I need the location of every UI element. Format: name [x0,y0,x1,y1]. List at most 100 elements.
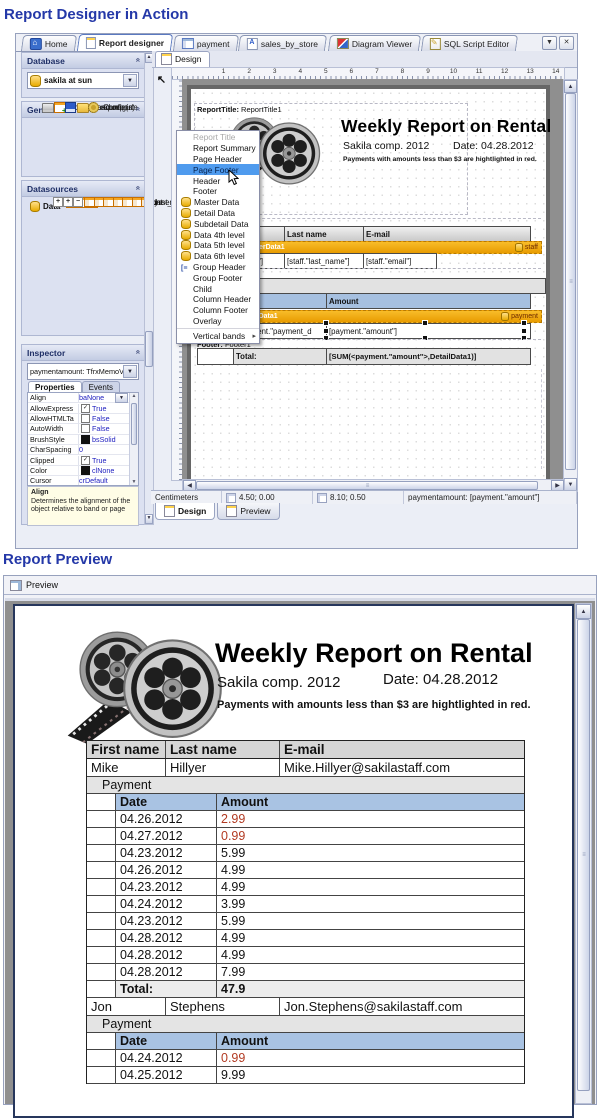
memo-staff-email[interactable]: [staff."email"] [363,253,437,269]
preview-vertical-scrollbar[interactable]: ▲ ≡ [575,603,592,1104]
selection-handle[interactable] [521,328,527,334]
context-menu-item[interactable]: Master Data [177,197,259,208]
context-menu-item[interactable]: Group Footer [177,272,259,283]
property-row[interactable]: AllowHTMLTa False ▼ [28,414,138,424]
context-menu-item[interactable]: Page Footer [177,164,259,175]
tab-list-dropdown-button[interactable]: ▼ [542,36,557,50]
payment-date: 04.23.2012 [116,845,217,861]
property-marker[interactable] [81,435,90,444]
context-menu-item[interactable]: Column Footer [177,305,259,316]
context-menu-item[interactable]: Footer [177,186,259,197]
column-header-cell[interactable]: E-mail [363,226,531,242]
payment-date: 04.28.2012 [116,964,217,980]
add-datasource-icon [54,102,66,113]
tree-expander-icon[interactable]: − [73,197,83,207]
amount-column-header: Amount [217,794,524,810]
payment-row: 04.23.2012 5.99 [87,913,524,930]
page-margin-guide [194,369,542,469]
context-menu-item[interactable]: Data 6th level [177,251,259,262]
preview-tab[interactable]: Preview [26,580,58,590]
designer-report-note[interactable]: Payments with amounts less than $3 are h… [343,156,537,163]
general-action-item[interactable]: Configure [88,102,138,113]
designer-tab[interactable]: Home [21,35,77,51]
context-menu-item[interactable]: Page Header [177,154,259,165]
tree-expander-icon[interactable]: + [53,197,63,207]
report-title-band-label[interactable]: ReportTitle: ReportTitle1 [197,105,282,114]
property-marker[interactable] [81,456,90,465]
film-reels-image [67,628,227,748]
table-tab-icon [182,38,194,49]
scroll-up-icon[interactable]: ▲ [576,604,591,619]
context-menu-item[interactable]: Subdetail Data [177,218,259,229]
property-marker[interactable] [81,466,90,475]
designer-view-tab[interactable]: Preview [217,503,279,520]
total-label-cell[interactable]: Total: [233,348,332,365]
gutter-cell [87,828,116,844]
toolbar-tool-button[interactable] [153,71,170,88]
total-expression-cell[interactable]: [SUM(<payment."amount">,DetailData1)] [326,348,531,365]
scrollbar-thumb[interactable]: ≡ [577,619,590,1091]
designer-view-tab[interactable]: Design [155,503,215,520]
dropdown-arrow-icon[interactable]: ▼ [123,365,137,378]
context-menu-item[interactable]: Detail Data [177,208,259,219]
context-menu-item[interactable]: Column Header [177,294,259,305]
property-marker[interactable] [81,424,90,433]
property-row[interactable]: Align baNone ▼ [28,393,138,403]
property-help-box: Align Determines the alignment of the ob… [27,486,139,526]
scroll-down-icon[interactable]: ▼ [145,514,153,524]
designer-tab[interactable]: Diagram Viewer [328,35,422,51]
designer-report-date[interactable]: Date: 04.28.2012 [453,140,534,152]
property-row[interactable]: Cursor crDefault ▼ [28,476,138,486]
inspector-object-select[interactable]: paymentamount: TfrxMemoView ▼ [27,363,139,380]
column-header-cell[interactable]: Last name [284,226,369,242]
context-menu-item[interactable]: Data 5th level [177,240,259,251]
dropdown-arrow-icon[interactable]: ▼ [123,74,137,87]
designer-report-title[interactable]: Weekly Report on Rental [341,116,551,137]
scrollbar-thumb[interactable]: ≡ [565,93,576,470]
tree-expander-icon[interactable]: + [63,197,73,207]
detail-column-header-cell[interactable]: Amount [326,293,531,309]
selection-handle[interactable] [323,328,329,334]
context-menu-item[interactable]: Overlay [177,316,259,327]
canvas-vertical-scrollbar[interactable]: ▲ ≡ ▼ [563,79,578,492]
designer-tab[interactable]: payment [173,35,239,51]
property-marker[interactable] [81,404,90,413]
selection-handle[interactable] [323,320,329,326]
property-row[interactable]: AllowExpress True ▼ [28,403,138,413]
property-grid-scrollbar[interactable]: ▲▼ [129,393,138,485]
designer-report-subtitle[interactable]: Sakila comp. 2012 [343,140,429,152]
selection-handle[interactable] [521,320,527,326]
context-menu-item[interactable]: Report Summary [177,143,259,154]
property-marker[interactable] [81,414,90,423]
property-row[interactable]: BrushStyle bsSolid ▼ [28,435,138,445]
view-tab-icon [164,505,175,517]
memo-staff-last-name[interactable]: [staff."last_name"] [284,253,369,269]
property-row[interactable]: Color clNone ▼ [28,466,138,476]
collapse-icon[interactable]: » [133,187,142,190]
property-row[interactable]: CharSpacing 0 ▼ [28,445,138,455]
scrollbar-thumb[interactable] [145,331,153,367]
payment-row: 04.27.2012 0.99 [87,828,524,845]
dropdown-arrow-icon[interactable]: ▼ [115,393,128,403]
context-menu-item[interactable]: Child [177,283,259,294]
collapse-icon[interactable]: » [133,59,142,62]
preview-report-table: First name Last name E-mail Mike Hillyer… [86,740,525,1084]
context-menu-item[interactable]: Group Header [177,262,259,273]
designer-tab[interactable]: sales_by_store [238,35,327,51]
property-row[interactable]: Clipped True ▼ [28,455,138,465]
context-menu-item[interactable]: Report Title [177,132,259,143]
memo-payment-amount-selected[interactable]: [payment."amount"] [326,323,531,339]
context-menu-item[interactable]: Header [177,175,259,186]
database-select[interactable]: sakila at sun ▼ [27,72,139,89]
context-menu-item[interactable]: Vertical bands [177,328,259,342]
scrollbar-thumb[interactable]: ≡ [196,481,538,490]
designer-tab[interactable]: Report designer [76,34,173,51]
selection-handle[interactable] [422,320,428,326]
property-row[interactable]: AutoWidth False ▼ [28,424,138,434]
design-view-tab[interactable]: Design [155,51,210,67]
scroll-up-icon[interactable]: ▲ [564,80,577,93]
context-menu-item[interactable]: Data 4th level [177,229,259,240]
designer-tab[interactable]: SQL Script Editor [421,35,519,51]
collapse-icon[interactable]: » [133,351,142,354]
close-tab-button[interactable]: ✕ [559,36,574,50]
